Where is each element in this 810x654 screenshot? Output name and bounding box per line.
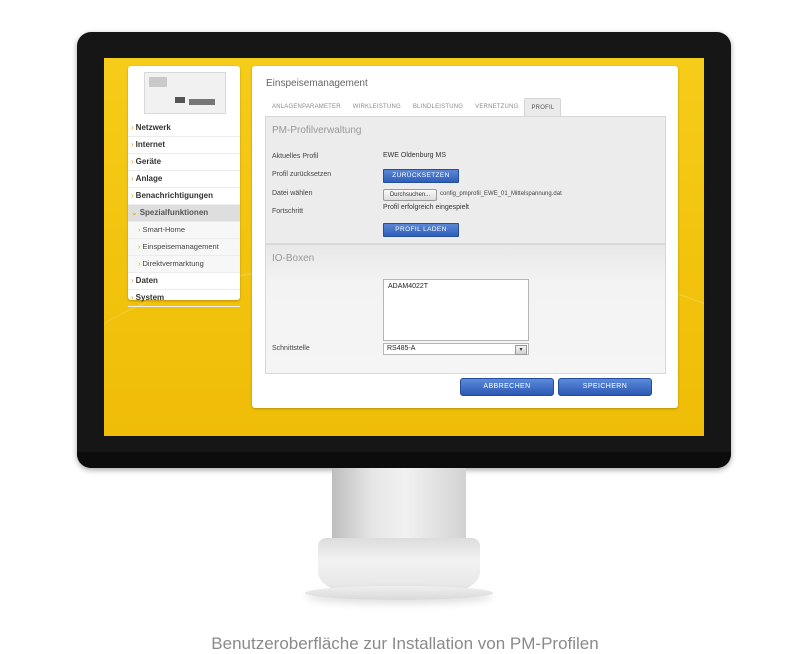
sidebar-item-daten[interactable]: › Daten: [128, 273, 240, 290]
current-profile-label: Aktuelles Profil: [272, 153, 319, 160]
tab-profil[interactable]: PROFIL: [524, 98, 562, 116]
tab-bar: ANLAGENPARAMETER WIRKLEISTUNG BLINDLEIST…: [266, 98, 562, 116]
sidebar-item-benachrichtigungen[interactable]: › Benachrichtigungen: [128, 188, 240, 205]
selected-file-name: config_pmprofil_EWE_01_Mittelspannung.da…: [440, 191, 562, 197]
chevron-right-icon: ›: [131, 140, 134, 149]
chevron-right-icon: ›: [131, 276, 134, 285]
sidebar-item-spezialfunktionen[interactable]: ⌄ Spezialfunktionen: [128, 205, 240, 222]
chevron-right-icon: ›: [131, 191, 134, 200]
chevron-right-icon: ›: [138, 259, 141, 268]
chevron-right-icon: ›: [138, 242, 141, 251]
browse-button[interactable]: Durchsuchen...: [383, 189, 437, 201]
monitor-stand-base: [305, 586, 493, 600]
reset-profile-label: Profil zurücksetzen: [272, 171, 332, 178]
pm-profile-section: PM-Profilverwaltung Aktuelles Profil EWE…: [265, 116, 666, 244]
chevron-right-icon: ›: [131, 293, 134, 302]
monitor-stand-neck: [332, 468, 466, 548]
progress-label: Fortschritt: [272, 208, 304, 215]
io-boxes-section: IO-Boxen ADAM4022T Schnittstelle RS485-A…: [265, 244, 666, 374]
sidebar-item-netzwerk[interactable]: › Netzwerk: [128, 120, 240, 137]
tab-vernetzung[interactable]: VERNETZUNG: [469, 98, 524, 116]
tab-wirkleistung[interactable]: WIRKLEISTUNG: [347, 98, 407, 116]
section-title: PM-Profilverwaltung: [272, 125, 362, 136]
interface-select[interactable]: RS485-A ▾: [383, 343, 529, 355]
chevron-right-icon: ›: [131, 123, 134, 132]
chevron-down-icon[interactable]: ▾: [515, 345, 527, 355]
sidebar-item-anlage[interactable]: › Anlage: [128, 171, 240, 188]
save-button[interactable]: SPEICHERN: [558, 378, 652, 396]
chevron-down-icon: ⌄: [131, 208, 138, 217]
load-profile-button[interactable]: PROFIL LADEN: [383, 223, 459, 237]
current-profile-value: EWE Oldenburg MS: [383, 152, 447, 159]
section-title: IO-Boxen: [272, 253, 315, 264]
tab-blindleistung[interactable]: BLINDLEISTUNG: [407, 98, 469, 116]
sidebar-item-internet[interactable]: › Internet: [128, 137, 240, 154]
sidebar-nav: › Netzwerk › Internet › Geräte › Anlage › Ben…: [128, 120, 240, 307]
interface-select-value: RS485-A: [387, 345, 416, 352]
chevron-right-icon: ›: [131, 157, 134, 166]
list-item[interactable]: ADAM4022T: [384, 280, 528, 293]
chevron-right-icon: ›: [131, 174, 134, 183]
sidebar-subitem-smart-home[interactable]: › Smart-Home: [128, 222, 240, 239]
sidebar-item-system[interactable]: › System: [128, 290, 240, 307]
cancel-button[interactable]: ABBRECHEN: [460, 378, 554, 396]
io-box-list[interactable]: ADAM4022T: [383, 279, 529, 341]
sidebar-subitem-einspeisemanagement[interactable]: › Einspeisemanagement: [128, 239, 240, 256]
reset-button[interactable]: ZURÜCKSETZEN: [383, 169, 459, 183]
interface-label: Schnittstelle: [272, 345, 310, 352]
sidebar-subitem-direktvermarktung[interactable]: › Direktvermarktung: [128, 256, 240, 273]
progress-status: Profil erfolgreich eingespielt: [383, 204, 469, 211]
main-panel: Einspeisemanagement ANLAGENPARAMETER WIR…: [252, 66, 678, 408]
monitor-chin: [77, 452, 731, 468]
image-caption: Benutzeroberfläche zur Installation von …: [211, 634, 599, 653]
page-title: Einspeisemanagement: [266, 78, 368, 89]
sidebar-item-geraete[interactable]: › Geräte: [128, 154, 240, 171]
chevron-right-icon: ›: [138, 225, 141, 234]
sidebar: › Netzwerk › Internet › Geräte › Anlage › Ben…: [128, 66, 240, 307]
file-select-label: Datei wählen: [272, 190, 313, 197]
device-logo: [144, 72, 226, 114]
tab-anlagenparameter[interactable]: ANLAGENPARAMETER: [266, 98, 347, 116]
